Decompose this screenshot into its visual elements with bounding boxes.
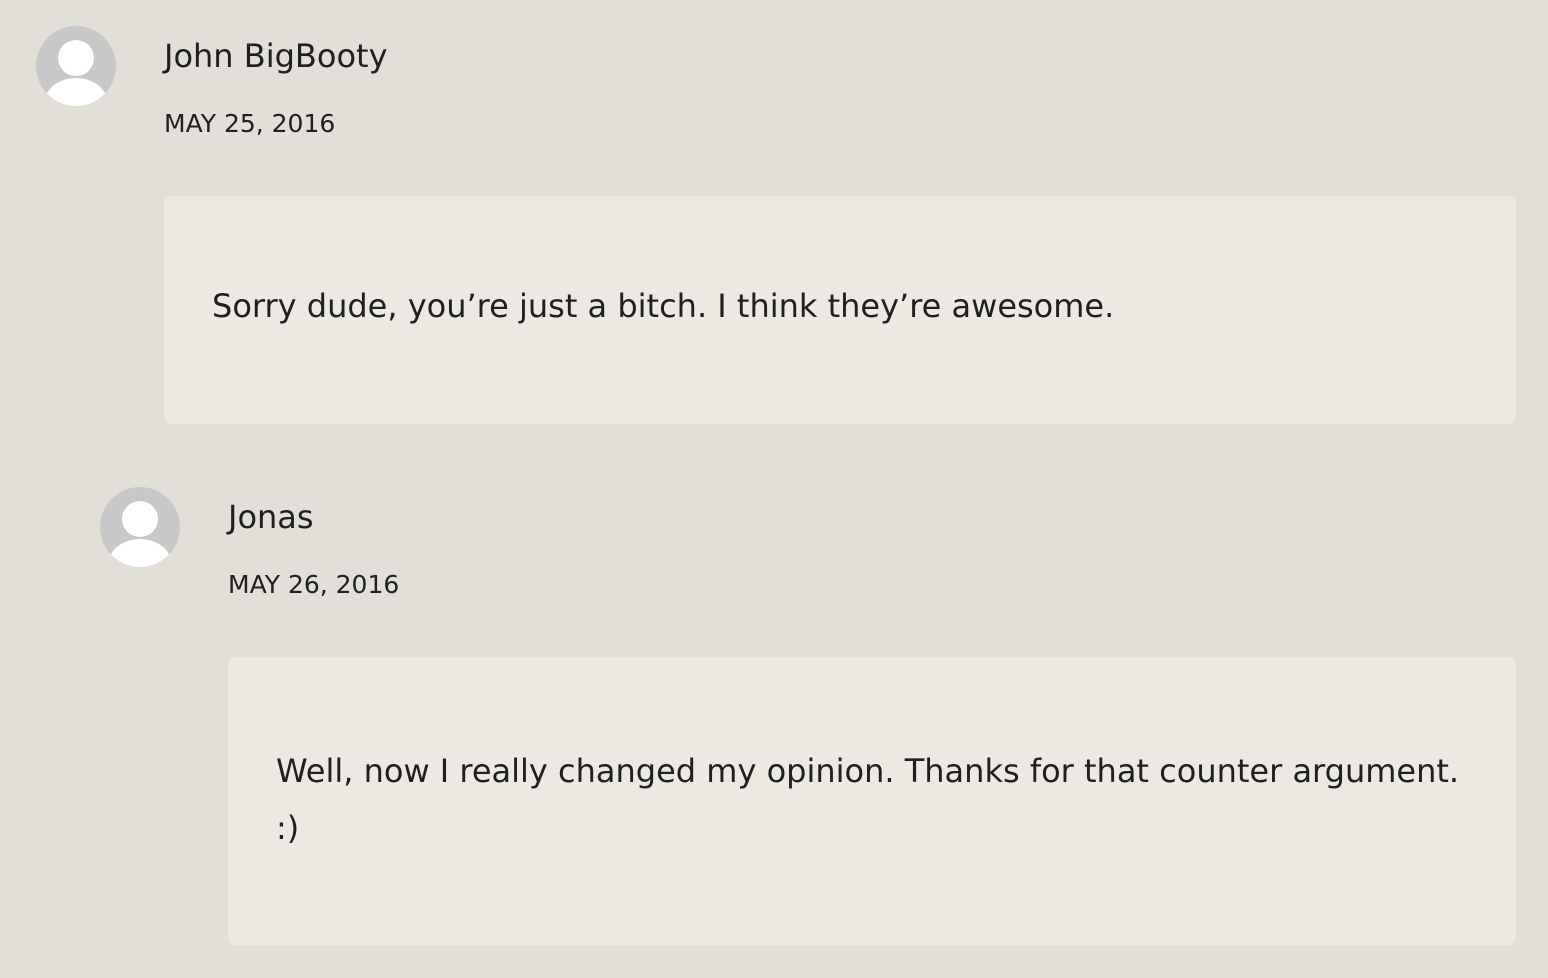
comment-text: Well, now I really changed my opinion. T…: [276, 752, 1460, 847]
comment-2-reply: Jonas MAY 26, 2016 Well, now I really ch…: [0, 0, 1548, 978]
avatar-body-shape: [108, 539, 172, 567]
comment-author[interactable]: Jonas: [228, 497, 314, 537]
avatar-head-shape: [122, 501, 158, 537]
comment-body: Well, now I really changed my opinion. T…: [228, 657, 1516, 945]
user-avatar-icon: [100, 487, 180, 567]
comment-date[interactable]: MAY 26, 2016: [228, 569, 399, 601]
